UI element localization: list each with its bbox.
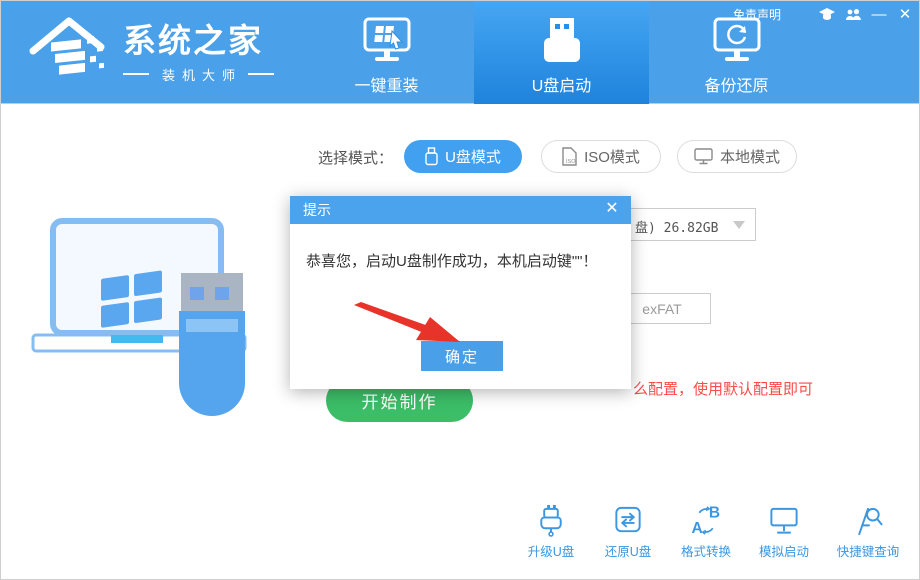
dialog-close-button[interactable]: ✕	[603, 200, 621, 218]
tool-restore-usb[interactable]: 还原U盘	[592, 504, 664, 560]
window-controls: 免责声明 — ✕	[733, 5, 913, 23]
divider	[123, 73, 149, 75]
format-label: exFAT	[642, 301, 681, 317]
brand-house-icon	[27, 11, 113, 95]
mode-label: ISO模式	[584, 146, 640, 167]
laptop-usb-illustration	[29, 213, 264, 418]
tab-usb-boot[interactable]: U盘启动	[474, 1, 649, 104]
tool-simulate-boot[interactable]: 模拟启动	[748, 504, 820, 560]
tool-label: 升级U盘	[528, 541, 575, 560]
usb-stick-icon	[425, 147, 438, 166]
brand-subtitle-row: 装机大师	[123, 65, 274, 84]
monitor-icon	[767, 504, 801, 537]
divider	[248, 73, 274, 75]
close-button[interactable]: ✕	[897, 6, 913, 22]
disclaimer-link[interactable]: 免责声明	[733, 6, 781, 23]
brand-logo: 系统之家 装机大师	[27, 7, 287, 99]
monitor-windows-cursor-icon	[359, 15, 415, 67]
monitor-icon	[694, 148, 713, 165]
tool-format-convert[interactable]: A B 格式转换	[670, 504, 742, 560]
chevron-down-icon	[733, 221, 745, 229]
start-create-label: 开始制作	[362, 388, 438, 413]
format-convert-icon: A B	[689, 504, 723, 537]
success-dialog: 提示 ✕ 恭喜您，启动U盘制作成功，本机启动键""！ 确定	[290, 196, 631, 389]
tool-label: 快捷键查询	[837, 541, 900, 560]
dialog-title: 提示	[303, 200, 331, 220]
mode-select-label: 选择模式：	[318, 147, 393, 168]
svg-text:ISO: ISO	[566, 159, 576, 165]
restore-box-icon	[612, 504, 644, 537]
mode-iso-button[interactable]: ISO ISO模式	[541, 140, 661, 173]
usb-drive-icon	[540, 15, 584, 67]
dialog-ok-button[interactable]: 确定	[421, 341, 503, 371]
user-group-icon[interactable]	[845, 6, 861, 22]
app-window: 系统之家 装机大师	[0, 0, 920, 580]
dialog-message: 恭喜您，启动U盘制作成功，本机启动键""！	[306, 250, 597, 271]
search-key-icon	[851, 504, 885, 537]
header: 系统之家 装机大师	[1, 1, 920, 104]
usb-drive-value: 盘) 26.82GB	[635, 217, 718, 236]
tab-one-key-reinstall[interactable]: 一键重装	[299, 1, 474, 104]
usb-plug-icon	[535, 504, 567, 537]
tab-label: 备份还原	[704, 72, 768, 96]
dialog-titlebar[interactable]: 提示 ✕	[290, 196, 631, 224]
tool-upgrade-usb[interactable]: 升级U盘	[515, 504, 587, 560]
minimize-glyph: —	[872, 7, 887, 22]
mode-local-button[interactable]: 本地模式	[677, 140, 797, 173]
default-config-hint: 么配置，使用默认配置即可	[633, 378, 813, 399]
tool-label: 格式转换	[681, 541, 731, 560]
minimize-button[interactable]: —	[871, 6, 887, 22]
dialog-ok-label: 确定	[445, 346, 479, 367]
tool-label: 还原U盘	[605, 541, 652, 560]
tool-shortcut-key-query[interactable]: 快捷键查询	[826, 504, 910, 560]
tool-label: 模拟启动	[759, 541, 809, 560]
support-icon[interactable]	[819, 6, 835, 22]
mode-label: U盘模式	[445, 146, 501, 167]
close-glyph: ✕	[899, 7, 912, 22]
iso-file-icon: ISO	[562, 147, 577, 166]
mode-label: 本地模式	[720, 146, 780, 167]
tab-label: U盘启动	[532, 72, 592, 96]
svg-text:A: A	[691, 520, 702, 537]
mode-usb-button[interactable]: U盘模式	[404, 140, 522, 173]
brand-subtitle: 装机大师	[162, 65, 242, 84]
tab-label: 一键重装	[354, 72, 418, 96]
svg-text:B: B	[709, 505, 720, 522]
brand-title: 系统之家	[123, 23, 274, 59]
